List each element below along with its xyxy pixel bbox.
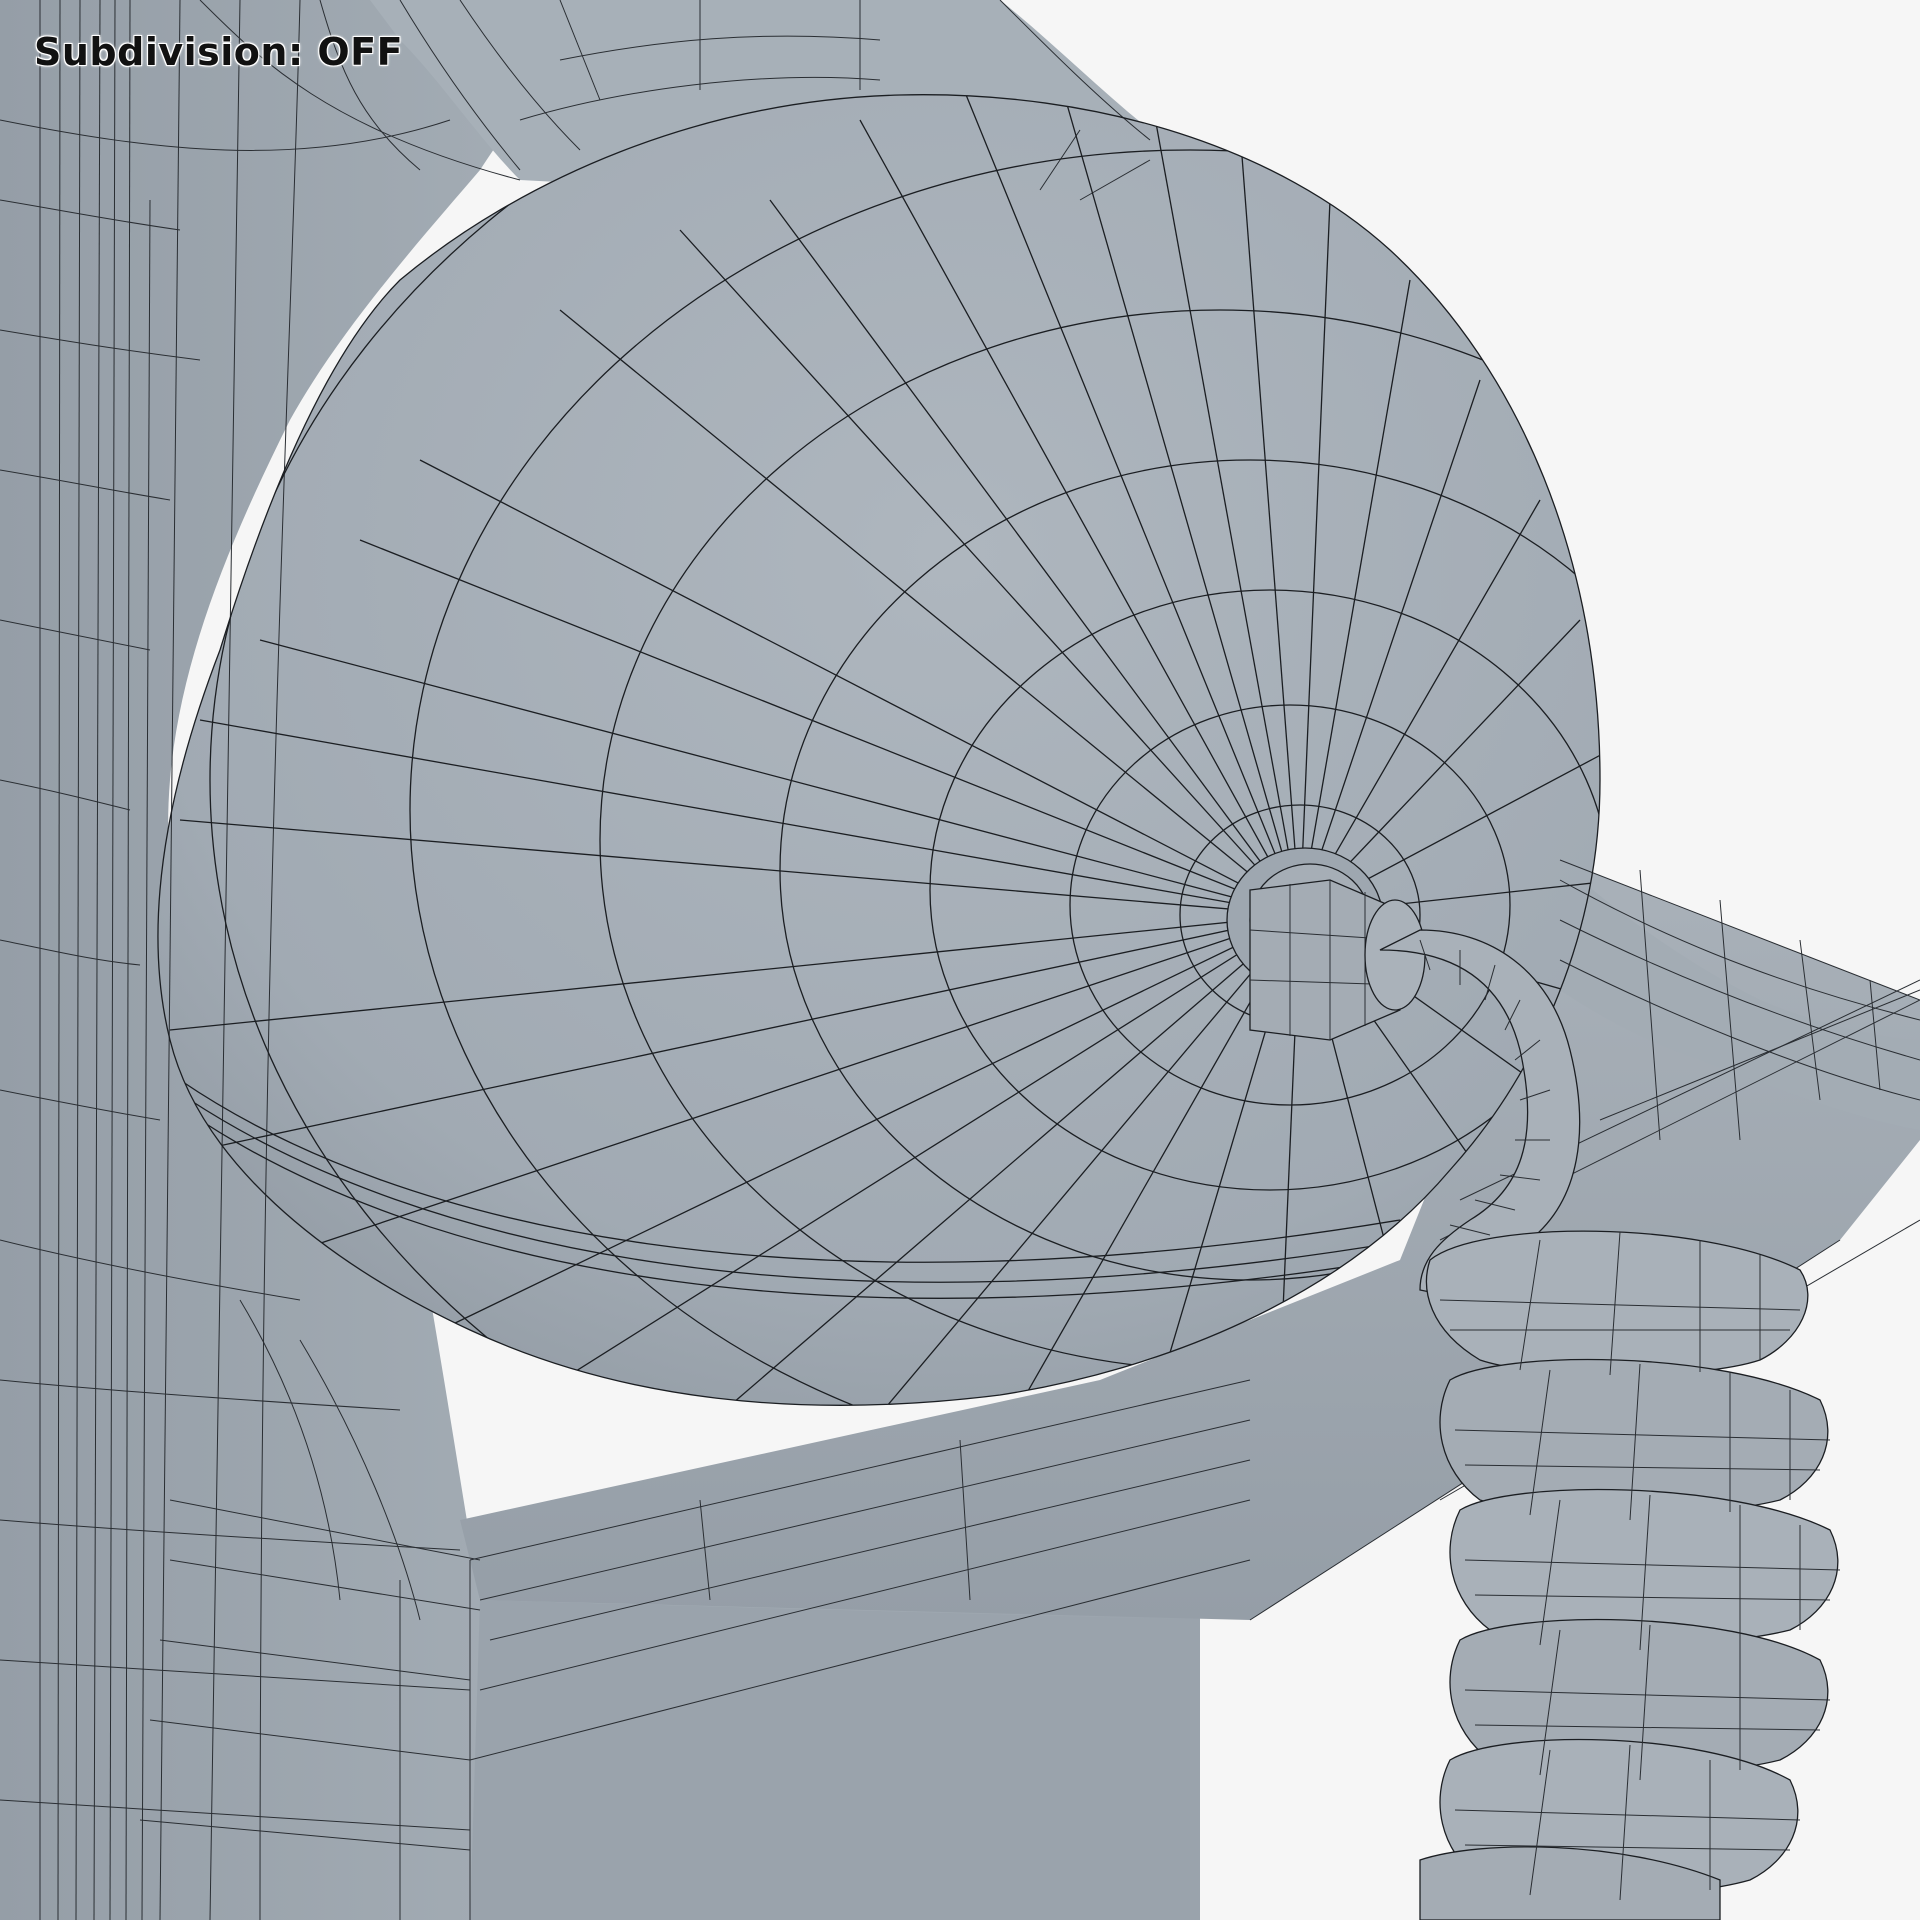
wireframe-render <box>0 0 1920 1920</box>
3d-viewport[interactable]: Subdivision: OFF <box>0 0 1920 1920</box>
subdivision-status-label: Subdivision: OFF <box>34 30 404 74</box>
